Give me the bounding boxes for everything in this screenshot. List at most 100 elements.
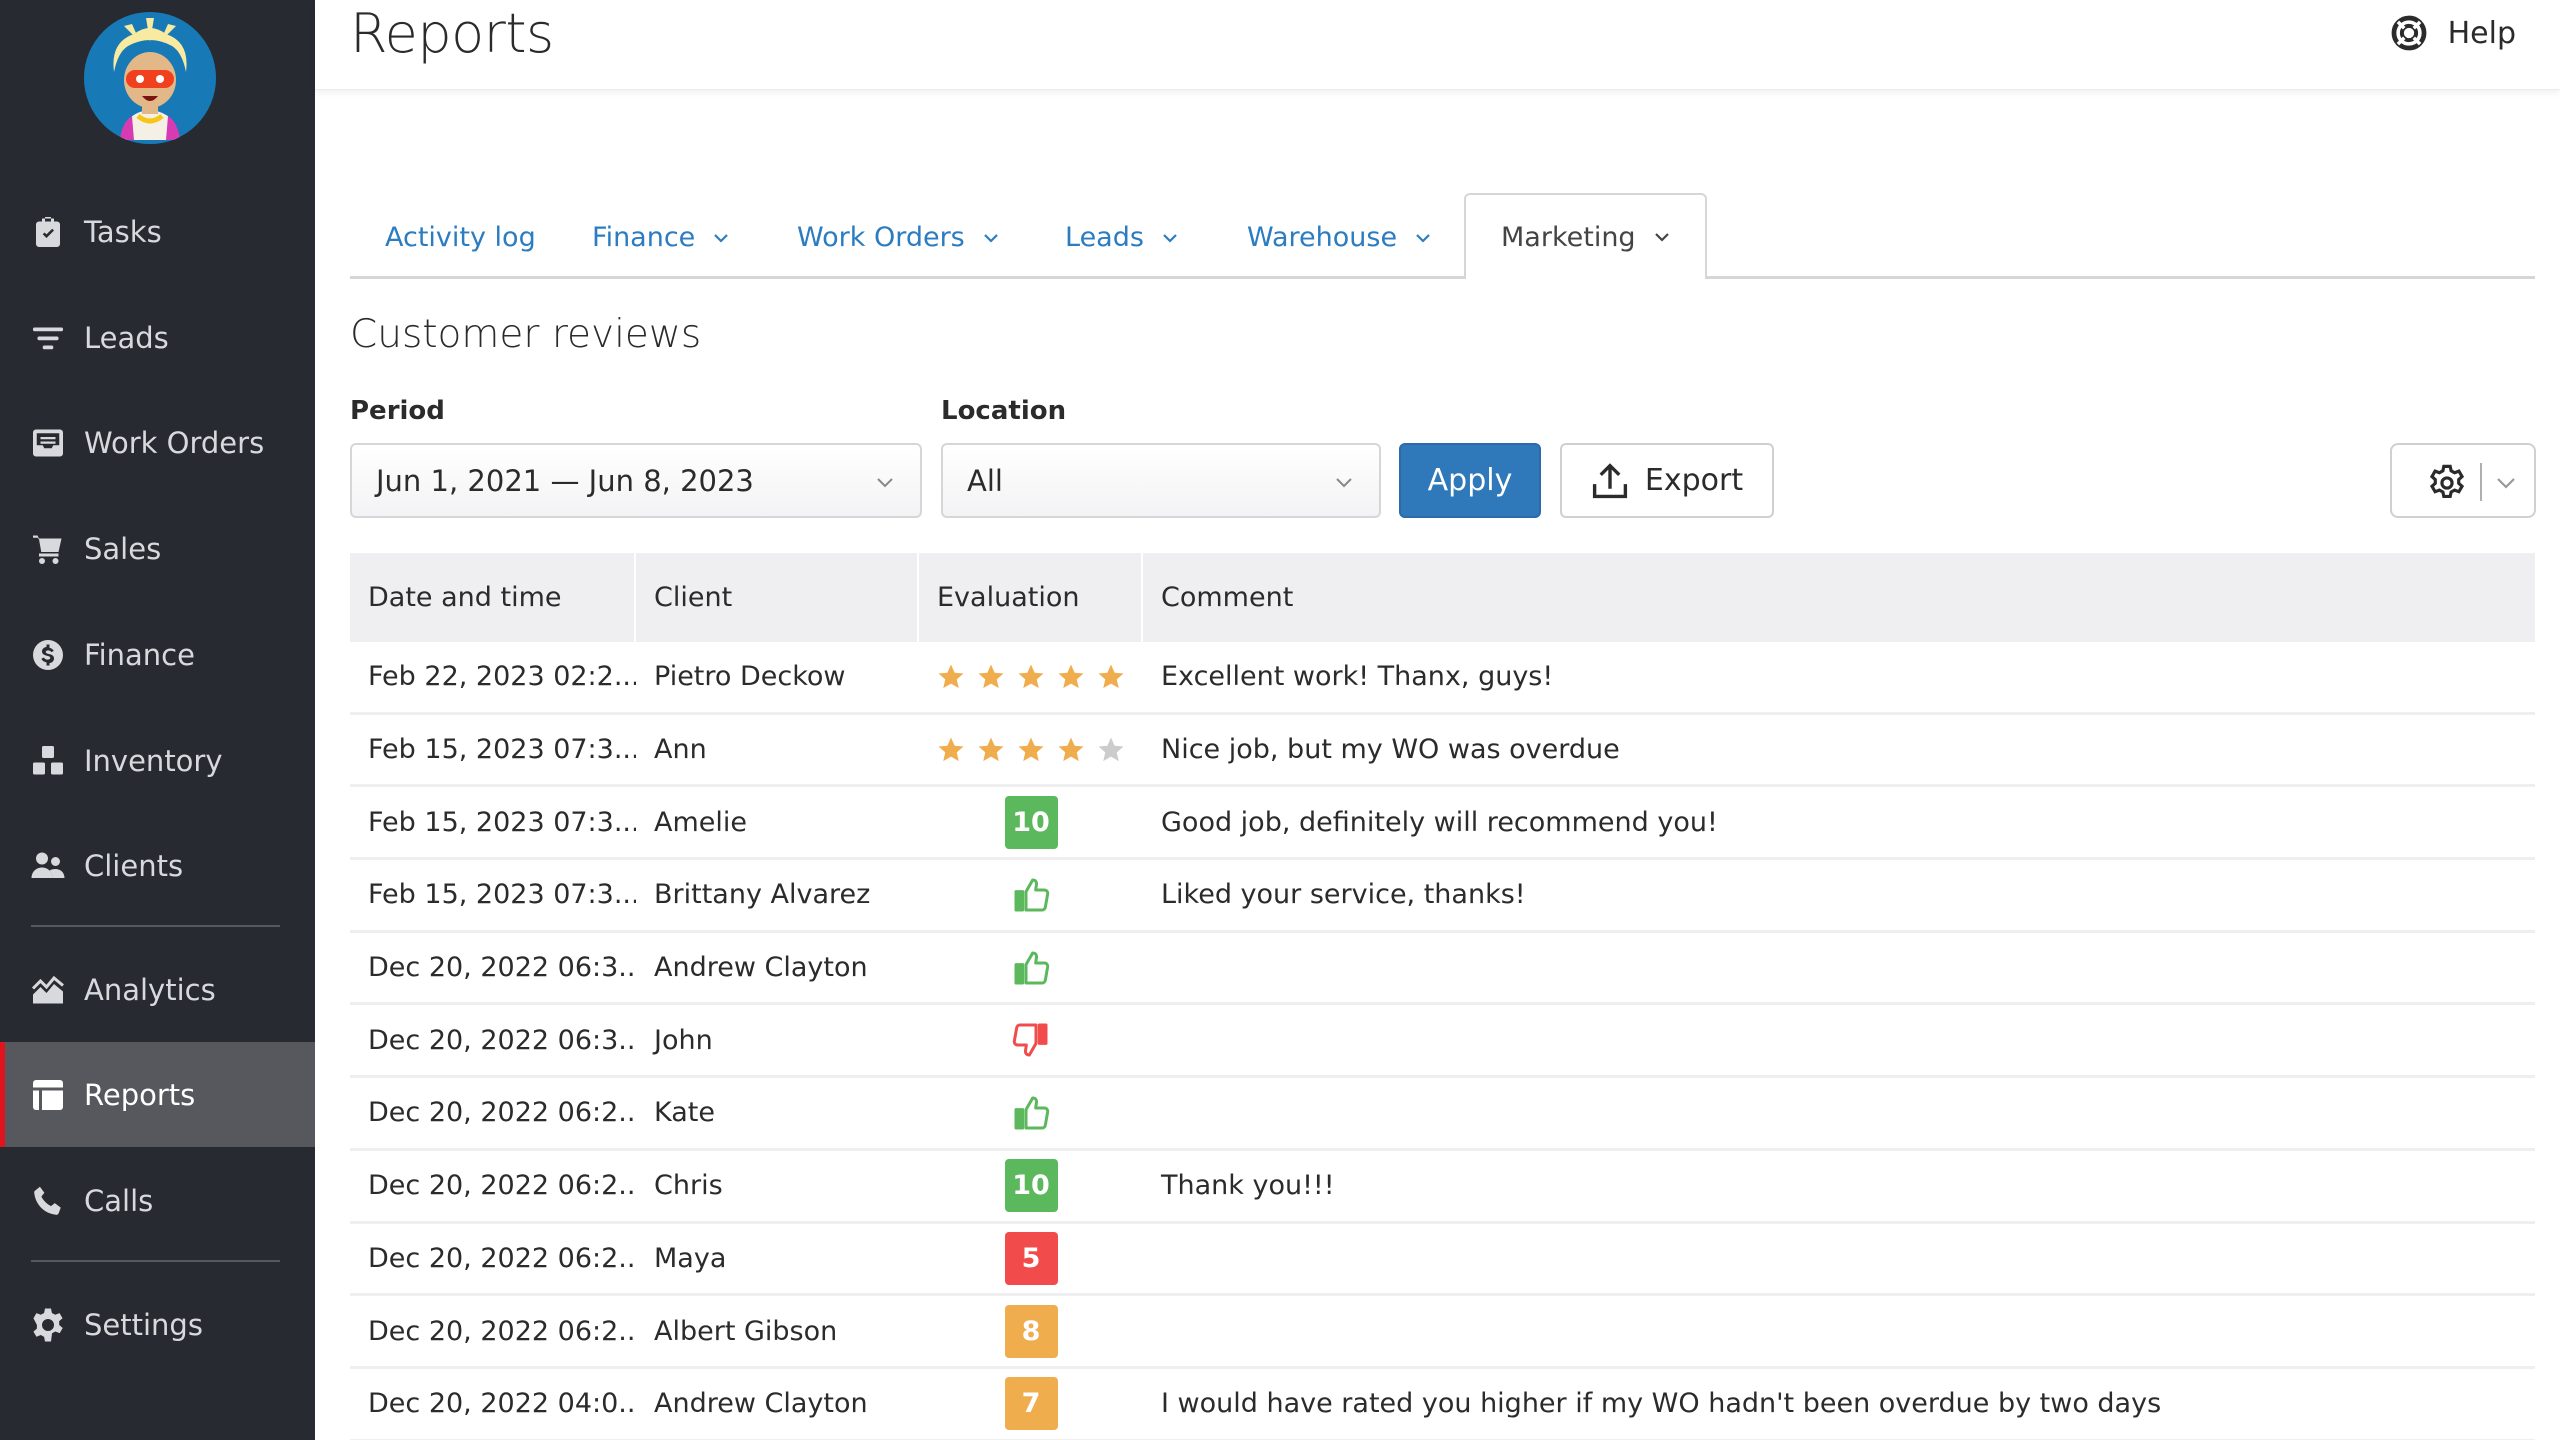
table-settings-button[interactable] — [2390, 443, 2536, 518]
sidebar-item-label: Calls — [84, 1183, 154, 1218]
sidebar-item-settings[interactable]: Settings — [0, 1272, 315, 1377]
sidebar-divider — [31, 1260, 280, 1262]
table-row[interactable]: Feb 15, 2023 07:3... Ann Nice job, but my … — [350, 715, 2535, 788]
star-rating — [936, 662, 1126, 692]
table-row[interactable]: Dec 20, 2022 04:0... Andrew Clayton 7 I wou… — [350, 1369, 2535, 1440]
cell-client: Andrew Clayton — [654, 1388, 868, 1420]
cell-comment — [1143, 1296, 2535, 1366]
star-filled-icon — [1098, 664, 1124, 688]
table-row[interactable]: Dec 20, 2022 06:2... Kate — [350, 1078, 2535, 1151]
thumbs-up-icon — [1014, 1096, 1050, 1130]
table-row[interactable]: Dec 20, 2022 06:2... Chris 10 Thank you!!! — [350, 1151, 2535, 1224]
chevron-down-icon[interactable] — [2496, 477, 2516, 489]
tab-label: Warehouse — [1247, 222, 1398, 253]
cell-client: John — [654, 1024, 713, 1056]
cell-evaluation — [919, 1005, 1143, 1075]
clipboard-check-icon — [30, 214, 66, 250]
column-header-comment[interactable]: Comment — [1143, 553, 2535, 642]
table-row[interactable]: Dec 20, 2022 06:2... Maya 5 — [350, 1224, 2535, 1297]
sidebar-item-work-orders[interactable]: Work Orders — [0, 390, 315, 495]
section-title: Customer reviews — [350, 312, 702, 357]
period-select[interactable]: Jun 1, 2021 — Jun 8, 2023 — [350, 443, 922, 518]
column-header-evaluation[interactable]: Evaluation — [919, 553, 1143, 642]
cell-date: Dec 20, 2022 06:3... — [368, 1024, 636, 1056]
thumbs-up-icon — [1014, 878, 1050, 912]
cell-client: Maya — [654, 1242, 727, 1274]
sidebar-item-calls[interactable]: Calls — [0, 1148, 315, 1253]
tab-leads[interactable]: Leads — [1030, 196, 1213, 279]
cell-client: Kate — [654, 1097, 715, 1129]
cell-evaluation — [919, 642, 1143, 712]
score-badge: 10 — [1004, 1159, 1058, 1213]
cell-comment: Liked your service, thanks! — [1161, 879, 1526, 911]
column-header-date[interactable]: Date and time — [350, 553, 636, 642]
apply-button[interactable]: Apply — [1399, 443, 1541, 518]
cell-date: Dec 20, 2022 06:2... — [368, 1242, 636, 1274]
cell-evaluation — [919, 715, 1143, 785]
tab-label: Finance — [592, 222, 696, 253]
cell-date: Feb 15, 2023 07:3... — [368, 734, 636, 766]
cell-date: Dec 20, 2022 06:2... — [368, 1315, 636, 1347]
cell-comment — [1143, 933, 2535, 1003]
tab-finance[interactable]: Finance — [557, 196, 764, 279]
gear-icon — [30, 1307, 66, 1343]
tab-label: Activity log — [385, 222, 536, 253]
chevron-down-icon — [1163, 233, 1177, 243]
export-button[interactable]: Export — [1560, 443, 1774, 518]
table-row[interactable]: Feb 22, 2023 02:2... Pietro Deckow Excelle… — [350, 642, 2535, 715]
tab-marketing[interactable]: Marketing — [1464, 193, 1707, 279]
table-row[interactable]: Dec 20, 2022 06:3... John — [350, 1005, 2535, 1079]
cell-client: Brittany Alvarez — [654, 879, 871, 911]
sidebar-item-label: Leads — [84, 320, 169, 355]
thumbs-up-icon — [1014, 951, 1050, 985]
period-value: Jun 1, 2021 — Jun 8, 2023 — [376, 463, 754, 498]
table-row[interactable]: Dec 20, 2022 06:2... Albert Gibson 8 — [350, 1296, 2535, 1369]
table-row[interactable]: Feb 15, 2023 07:3... Brittany Alvarez Like… — [350, 860, 2535, 933]
sidebar-item-inventory[interactable]: Inventory — [0, 708, 315, 813]
boxes-icon — [30, 743, 66, 779]
cell-date: Dec 20, 2022 06:2... — [368, 1097, 636, 1129]
cell-comment: Thank you!!! — [1161, 1170, 1335, 1202]
sidebar: Tasks Leads Work Orders Sales Finance In… — [0, 0, 315, 1440]
location-value: All — [967, 463, 1003, 498]
table-body: Feb 22, 2023 02:2... Pietro Deckow Excelle… — [350, 642, 2535, 1440]
column-header-client[interactable]: Client — [636, 553, 919, 642]
sidebar-item-finance[interactable]: Finance — [0, 602, 315, 707]
cell-evaluation: 7 — [919, 1369, 1143, 1439]
sidebar-item-sales[interactable]: Sales — [0, 496, 315, 601]
star-filled-icon — [1058, 737, 1084, 761]
cell-comment: I would have rated you higher if my WO h… — [1161, 1388, 2162, 1420]
sidebar-item-tasks[interactable]: Tasks — [0, 179, 315, 284]
sidebar-item-reports[interactable]: Reports — [0, 1042, 315, 1147]
sidebar-item-analytics[interactable]: Analytics — [0, 937, 315, 1042]
score-badge: 5 — [1004, 1231, 1058, 1285]
sidebar-item-label: Inventory — [84, 743, 223, 778]
star-filled-icon — [1058, 664, 1084, 688]
tab-activity-log[interactable]: Activity log — [350, 196, 571, 279]
table-row[interactable]: Feb 15, 2023 07:3... Amelie 10 Good job, de… — [350, 787, 2535, 861]
table-row[interactable]: Dec 20, 2022 06:3... Andrew Clayton — [350, 933, 2535, 1006]
location-label: Location — [941, 396, 1067, 426]
button-separator — [2480, 463, 2482, 501]
period-label: Period — [350, 396, 445, 426]
location-select[interactable]: All — [941, 443, 1381, 518]
upload-icon — [1592, 462, 1627, 498]
star-filled-icon — [1018, 737, 1044, 761]
tab-work-orders[interactable]: Work Orders — [762, 196, 1034, 279]
cell-date: Dec 20, 2022 06:3... — [368, 952, 636, 984]
tab-label: Work Orders — [797, 222, 965, 253]
sidebar-item-leads[interactable]: Leads — [0, 285, 315, 390]
gear-icon — [2429, 464, 2465, 499]
sidebar-item-clients[interactable]: Clients — [0, 813, 315, 918]
chevron-down-icon — [983, 233, 998, 243]
tab-warehouse[interactable]: Warehouse — [1212, 196, 1466, 279]
reviews-table: Date and time Client Evaluation Comment … — [350, 553, 2535, 1440]
cell-comment — [1143, 1224, 2535, 1294]
page-title: Reports — [350, 2, 554, 65]
cell-client: Pietro Deckow — [654, 661, 846, 693]
thumbs-down-icon — [1012, 1023, 1048, 1057]
cell-client: Andrew Clayton — [654, 952, 868, 984]
page-header: Reports Help — [315, 0, 2560, 90]
help-button[interactable]: Help — [2390, 14, 2516, 52]
avatar[interactable] — [84, 12, 216, 144]
